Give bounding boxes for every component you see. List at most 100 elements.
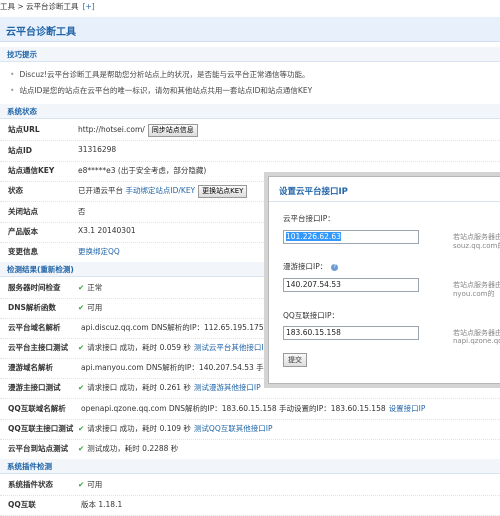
rebind-qq-link[interactable]: 更换绑定QQ: [78, 246, 120, 257]
dialog-title: 设置云平台接口IP: [279, 187, 348, 197]
check-label: QQ互联域名解析: [8, 404, 66, 413]
site-id-label: 站点ID: [8, 146, 33, 155]
check-label: 云平台域名解析: [8, 323, 61, 332]
set-ip-dialog: 设置云平台接口IP 云平台接口IP： 101.226.62.63 若站点服务器由…: [268, 176, 500, 384]
bullet-icon: •: [10, 86, 15, 95]
qq-ip-hint-2: napi.qzone.qq: [453, 337, 500, 345]
plugin-value: ✔ 可用: [78, 479, 102, 490]
check-mark-icon: ✔: [78, 444, 85, 453]
check-mark-icon: ✔: [78, 343, 85, 352]
check-row: 云平台到站点测试 ✔ 测试成功，耗时 0.2288 秒: [0, 438, 500, 460]
check-text: 可用: [87, 303, 103, 312]
version-label: 产品版本: [8, 227, 38, 236]
checks-title[interactable]: 检测结果(重新检测): [7, 264, 74, 275]
breadcrumb-path: 工具 > 云平台诊断工具: [0, 2, 79, 11]
check-link[interactable]: 测试云平台其他接口IP: [194, 343, 268, 352]
check-value: openapi.qzone.qq.com DNS解析的IP：183.60.15.…: [78, 403, 425, 414]
status-title: 系统状态: [7, 107, 37, 116]
tips-section-header: 技巧提示: [0, 47, 500, 62]
site-id-value: 31316298: [78, 145, 117, 154]
submit-button[interactable]: 提交: [283, 353, 307, 367]
site-url-label: 站点URL: [8, 125, 40, 134]
site-url-text: http://hotsei.com/: [78, 125, 145, 134]
manyou-ip-input[interactable]: 140.207.54.53: [283, 278, 419, 292]
check-link[interactable]: 测试QQ互联其他接口IP: [194, 424, 273, 433]
check-link[interactable]: 测试漫游其他接口IP: [194, 383, 261, 392]
check-mark-icon: ✔: [78, 303, 85, 312]
manyou-ip-label-text: 漫游接口IP：: [283, 262, 328, 271]
breadcrumb: 工具 > 云平台诊断工具 [+]: [0, 0, 500, 14]
check-value: ✔ 请求接口 成功，耗时 0.109 秒测试QQ互联其他接口IP: [78, 423, 272, 434]
manyou-ip-hint-2: nyou.com的: [453, 290, 495, 298]
bullet-icon: •: [10, 70, 15, 79]
check-mark-icon: ✔: [78, 424, 85, 433]
page-title-bar: 云平台诊断工具: [0, 17, 500, 42]
state-text: 已开通云平台: [78, 186, 123, 195]
site-key-value: e8*****e3 (出于安全考虑，部分隐藏): [78, 166, 207, 175]
row-site-id: 站点ID 31316298: [0, 140, 500, 162]
check-label: QQ互联主接口测试: [8, 424, 74, 433]
change-info-label: 变更信息: [8, 247, 38, 256]
check-text: 测试成功，耗时 0.2288 秒: [87, 444, 179, 453]
sync-site-button[interactable]: 同步站点信息: [147, 124, 198, 137]
cloud-ip-value: 101.226.62.63: [286, 232, 341, 241]
page-title: 云平台诊断工具: [6, 27, 76, 38]
check-text: api.discuz.qq.com DNS解析的IP：112.65.195.17…: [81, 323, 289, 332]
check-value: ✔ 测试成功，耗时 0.2288 秒: [78, 443, 181, 454]
plugin-row: 系统插件状态 ✔ 可用: [0, 474, 500, 496]
check-value: api.manyou.com DNS解析的IP：140.207.54.53 手动…: [78, 362, 297, 373]
check-value: ✔ 正常: [78, 282, 105, 293]
check-label: 服务器时间检查: [8, 283, 61, 292]
dialog-title-bar: 设置云平台接口IP: [269, 177, 500, 202]
close-site-label: 关闭站点: [8, 207, 38, 216]
close-site-value: 否: [78, 207, 86, 216]
plugins-section-header: 系统插件检测: [0, 459, 500, 474]
check-mark-icon: ✔: [78, 480, 85, 489]
check-row: QQ互联主接口测试 ✔ 请求接口 成功，耗时 0.109 秒测试QQ互联其他接口IP: [0, 418, 500, 440]
check-text: 请求接口 成功，耗时 0.109 秒: [87, 424, 191, 433]
check-label: 云平台到站点测试: [8, 444, 68, 453]
version-value: X3.1 20140301: [78, 226, 136, 235]
check-value: ✔ 请求接口 成功，耗时 0.261 秒测试漫游其他接口IP: [78, 382, 261, 393]
check-label: 漫游域名解析: [8, 363, 53, 372]
plugins-title: 系统插件检测: [7, 462, 52, 471]
qq-ip-label: QQ互联接口IP：: [283, 311, 340, 320]
row-site-url: 站点URL http://hotsei.com/同步站点信息: [0, 119, 500, 141]
cloud-ip-label: 云平台接口IP：: [283, 214, 335, 223]
check-text: api.manyou.com DNS解析的IP：140.207.54.53 手动…: [81, 363, 294, 372]
tip-item-1: • Discuz!云平台诊断工具是帮助您分析站点上的状况，是否能与云平台正常通信等…: [10, 69, 310, 80]
manyou-ip-label: 漫游接口IP：?: [283, 261, 339, 272]
check-label: DNS解析函数: [8, 303, 56, 312]
tip-item-2: • 站点ID是您的站点在云平台的唯一标识，请勿和其他站点共用一套站点ID和站点通信…: [10, 85, 312, 96]
tip-text-2: 站点ID是您的站点在云平台的唯一标识，请勿和其他站点共用一套站点ID和站点通信K…: [19, 86, 313, 95]
change-key-button[interactable]: 更换站点KEY: [198, 185, 248, 198]
state-value: 已开通云平台 手动绑定站点ID/KEY 更换站点KEY: [78, 185, 248, 198]
check-value: ✔ 请求接口 成功，耗时 0.059 秒测试云平台其他接口IP: [78, 342, 268, 353]
cloud-ip-hint-2: souz.qq.com的: [453, 242, 500, 250]
plugin-label: 系统插件状态: [8, 480, 53, 489]
qq-ip-input[interactable]: 183.60.15.158: [283, 326, 419, 340]
check-text: 请求接口 成功，耗时 0.059 秒: [87, 343, 191, 352]
check-value: api.discuz.qq.com DNS解析的IP：112.65.195.17…: [78, 322, 292, 333]
add-shortcut-link[interactable]: [+]: [83, 2, 95, 11]
check-value: ✔ 可用: [78, 302, 105, 313]
check-mark-icon: ✔: [78, 383, 85, 392]
check-label: 漫游主接口测试: [8, 383, 61, 392]
tips-title: 技巧提示: [7, 50, 37, 59]
plugin-value: 版本 1.18.1: [78, 499, 122, 510]
check-text: 请求接口 成功，耗时 0.261 秒: [87, 383, 191, 392]
check-link[interactable]: 设置接口IP: [389, 404, 426, 413]
state-label: 状态: [8, 186, 23, 195]
tip-text-1: Discuz!云平台诊断工具是帮助您分析站点上的状况，是否能与云平台正常通信等功…: [19, 70, 310, 79]
site-key-label: 站点通信KEY: [8, 166, 55, 175]
check-row: QQ互联域名解析 openapi.qzone.qq.com DNS解析的IP：18…: [0, 398, 500, 420]
check-text: 正常: [87, 283, 103, 292]
check-label: 云平台主接口测试: [8, 343, 68, 352]
plugin-row: QQ互联 版本 1.18.1: [0, 494, 500, 516]
plugin-label: QQ互联: [8, 500, 36, 509]
manual-bind-link[interactable]: 手动绑定站点ID/KEY: [125, 186, 195, 195]
plugin-text: 版本 1.18.1: [81, 500, 123, 509]
check-mark-icon: ✔: [78, 283, 85, 292]
cloud-ip-input[interactable]: 101.226.62.63: [283, 230, 419, 244]
help-icon[interactable]: ?: [331, 263, 339, 271]
